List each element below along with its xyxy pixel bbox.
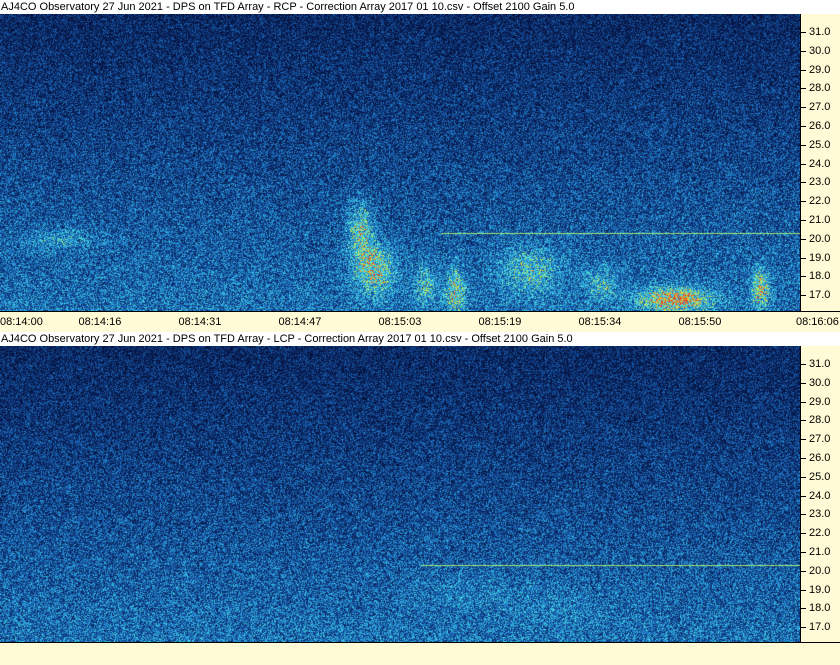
time-label: 08:14:31 <box>178 316 222 328</box>
lcp-freq-label: 31.0 <box>809 358 831 370</box>
time-label: 08:15:03 <box>378 316 422 328</box>
lcp-freq-tick <box>801 420 806 422</box>
lcp-freq-tick <box>801 439 806 441</box>
lcp-spectrogram <box>0 346 800 642</box>
lcp-freq-tick <box>801 533 806 535</box>
lcp-freq-tick <box>801 570 806 572</box>
bottom-time-axis-strip <box>0 642 840 665</box>
lcp-frequency-axis: 31.0 30.0 29.0 28.0 27.0 26.0 25.0 24.0 23.0 22.0… <box>800 346 840 642</box>
lcp-freq-tick <box>801 495 806 497</box>
rcp-freq-tick <box>801 163 806 165</box>
lcp-freq-label: 25.0 <box>809 470 831 483</box>
time-label: 08:14:16 <box>78 316 122 328</box>
rcp-freq-label: 21.0 <box>809 214 831 226</box>
lcp-freq-tick <box>801 382 806 384</box>
lcp-freq-label: 18.0 <box>809 602 831 615</box>
rcp-freq-label: 25.0 <box>809 138 831 151</box>
rcp-freq-tick <box>801 88 806 90</box>
rcp-freq-label: 24.0 <box>809 157 831 170</box>
rcp-freq-label: 22.0 <box>809 195 831 208</box>
lcp-freq-tick <box>801 514 806 516</box>
rcp-panel-title: AJ4CO Observatory 27 Jun 2021 - DPS on T… <box>0 0 840 14</box>
rcp-freq-label: 19.0 <box>809 251 831 264</box>
lcp-freq-label: 20.0 <box>809 564 831 577</box>
time-label: 08:14:47 <box>278 316 322 328</box>
rcp-freq-label: 30.0 <box>809 44 831 57</box>
lcp-freq-tick <box>801 401 806 403</box>
rcp-spectrogram <box>0 14 800 311</box>
rcp-freq-tick <box>801 50 806 52</box>
rcp-freq-tick <box>801 201 806 203</box>
lcp-freq-label: 22.0 <box>809 527 831 540</box>
lcp-freq-tick <box>801 589 806 591</box>
rcp-freq-tick <box>801 69 806 71</box>
lcp-freq-tick <box>801 552 806 553</box>
lcp-freq-label: 19.0 <box>809 583 831 596</box>
lcp-freq-label: 28.0 <box>809 414 831 427</box>
lcp-freq-label: 24.0 <box>809 489 831 502</box>
rcp-freq-tick <box>801 107 806 109</box>
lcp-freq-label: 27.0 <box>809 433 831 446</box>
rcp-freq-label: 18.0 <box>809 270 831 283</box>
rcp-freq-label: 29.0 <box>809 63 831 76</box>
rcp-freq-tick <box>801 257 806 259</box>
rcp-freq-tick <box>801 32 806 33</box>
lcp-freq-tick <box>801 608 806 610</box>
time-label: 08:16:06 <box>796 316 839 328</box>
lcp-freq-label: 29.0 <box>809 395 831 408</box>
lcp-panel-title: AJ4CO Observatory 27 Jun 2021 - DPS on T… <box>0 332 840 346</box>
rcp-frequency-axis: 31.0 30.0 29.0 28.0 27.0 26.0 25.0 24.0 23.0 22.0… <box>800 14 840 311</box>
lcp-freq-tick <box>801 364 806 365</box>
rcp-freq-tick <box>801 276 806 278</box>
rcp-freq-tick <box>801 182 806 184</box>
lcp-freq-label: 23.0 <box>809 508 831 521</box>
rcp-freq-label: 20.0 <box>809 232 831 245</box>
lcp-freq-label: 30.0 <box>809 376 831 389</box>
lcp-freq-label: 26.0 <box>809 452 831 464</box>
rcp-freq-tick <box>801 295 806 297</box>
rcp-freq-tick <box>801 220 806 221</box>
rcp-freq-tick <box>801 238 806 240</box>
rcp-freq-label: 28.0 <box>809 82 831 95</box>
rcp-freq-label: 23.0 <box>809 176 831 189</box>
time-label: 08:15:19 <box>478 316 522 328</box>
rcp-freq-tick <box>801 144 806 146</box>
time-label: 08:15:34 <box>578 316 622 328</box>
rcp-freq-tick <box>801 126 806 127</box>
lcp-freq-tick <box>801 458 806 459</box>
rcp-freq-label: 27.0 <box>809 101 831 114</box>
time-label: 08:14:00 <box>0 316 43 328</box>
lcp-freq-label: 17.0 <box>809 621 831 634</box>
rcp-freq-label: 31.0 <box>809 26 831 38</box>
lcp-freq-tick <box>801 476 806 478</box>
time-label: 08:15:50 <box>678 316 722 328</box>
rcp-freq-label: 17.0 <box>809 289 831 302</box>
time-axis: 08:14:00 08:14:16 08:14:31 08:14:47 08:15:03… <box>0 311 840 333</box>
lcp-freq-tick <box>801 627 806 629</box>
lcp-freq-label: 21.0 <box>809 546 831 558</box>
rcp-freq-label: 26.0 <box>809 120 831 132</box>
